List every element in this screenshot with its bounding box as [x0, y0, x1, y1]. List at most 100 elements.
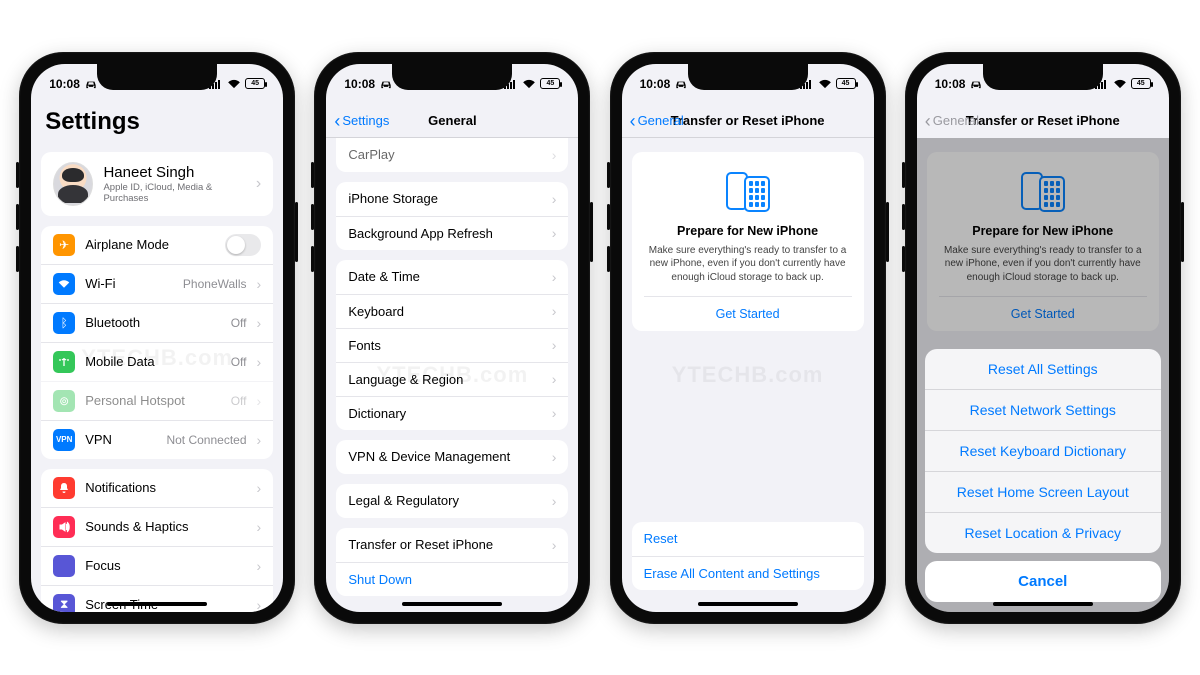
row-label: Keyboard — [348, 304, 541, 319]
row-label: Dictionary — [348, 406, 541, 421]
chevron-right-icon: › — [257, 315, 262, 331]
nav-header: ‹General Transfer or Reset iPhone — [917, 104, 1169, 138]
status-time: 10:08 — [49, 77, 80, 91]
chevron-left-icon: ‹ — [334, 112, 340, 130]
group-reset: Transfer or Reset iPhone› Shut Down — [336, 528, 568, 596]
erase-all-row[interactable]: Erase All Content and Settings — [632, 556, 864, 590]
avatar — [53, 162, 93, 206]
chevron-left-icon: ‹ — [630, 112, 636, 130]
airplane-toggle[interactable] — [225, 234, 261, 256]
sounds-row[interactable]: Sounds & Haptics › — [41, 507, 273, 546]
row-detail: PhoneWalls — [183, 277, 247, 291]
connectivity-group: ✈ Airplane Mode Wi-Fi PhoneWalls › ᛒ Blu… — [41, 226, 273, 459]
hotspot-row[interactable]: ⊚ Personal Hotspot Off › — [41, 381, 273, 420]
language-region-row[interactable]: Language & Region› — [336, 362, 568, 396]
watermark: YTECHB.com — [622, 362, 874, 388]
car-icon — [379, 78, 393, 90]
bell-icon — [53, 477, 75, 499]
notifications-row[interactable]: Notifications › — [41, 469, 273, 507]
row-label: Reset — [644, 531, 852, 546]
date-time-row[interactable]: Date & Time› — [336, 260, 568, 294]
keyboard-row[interactable]: Keyboard › — [336, 294, 568, 328]
row-label: Focus — [85, 558, 246, 573]
car-icon — [674, 78, 688, 90]
get-started-button[interactable]: Get Started — [644, 296, 852, 331]
screen-2: 10:08 45 ‹Settings General CarPlay› iPho… — [326, 64, 578, 612]
cancel-button[interactable]: Cancel — [925, 561, 1161, 602]
wifi-row[interactable]: Wi-Fi PhoneWalls › — [41, 264, 273, 303]
status-time: 10:08 — [935, 77, 966, 91]
car-icon — [969, 78, 983, 90]
speaker-icon — [53, 516, 75, 538]
back-button[interactable]: ‹General — [630, 104, 684, 138]
vpn-management-row[interactable]: VPN & Device Management› — [336, 440, 568, 474]
transfer-reset-row[interactable]: Transfer or Reset iPhone› — [336, 528, 568, 562]
reset-scroll-dimmed: Prepare for New iPhone Make sure everyth… — [917, 138, 1169, 612]
reset-home-layout-option[interactable]: Reset Home Screen Layout — [925, 471, 1161, 512]
wifi-status-icon — [818, 79, 832, 89]
reset-network-option[interactable]: Reset Network Settings — [925, 389, 1161, 430]
row-label: Personal Hotspot — [85, 393, 221, 408]
chevron-right-icon: › — [552, 493, 557, 509]
row-label: iPhone Storage — [348, 191, 541, 206]
back-button[interactable]: ‹Settings — [334, 104, 389, 138]
row-label: Wi-Fi — [85, 276, 173, 291]
device-frame-4: 10:08 45 ‹General Transfer or Reset iPho… — [905, 52, 1181, 624]
row-label: Sounds & Haptics — [85, 519, 246, 534]
battery-icon: 45 — [836, 78, 856, 89]
screentime-row[interactable]: ⧗ Screen Time › — [41, 585, 273, 612]
wifi-status-icon — [227, 79, 241, 89]
reset-actions-group: Reset Erase All Content and Settings — [632, 522, 864, 590]
chevron-right-icon: › — [552, 449, 557, 465]
chevron-right-icon: › — [552, 225, 557, 241]
chevron-right-icon: › — [257, 597, 262, 612]
group-storage: iPhone Storage› Background App Refresh› — [336, 182, 568, 250]
vpn-row[interactable]: VPN VPN Not Connected › — [41, 420, 273, 459]
row-label: Transfer or Reset iPhone — [348, 537, 541, 552]
chevron-right-icon: › — [552, 405, 557, 421]
chevron-right-icon: › — [552, 147, 557, 163]
reset-keyboard-option[interactable]: Reset Keyboard Dictionary — [925, 430, 1161, 471]
row-detail: Off — [231, 355, 247, 369]
bluetooth-row[interactable]: ᛒ Bluetooth Off › — [41, 303, 273, 342]
notch — [97, 64, 217, 90]
home-indicator[interactable] — [402, 602, 502, 606]
back-button: ‹General — [925, 104, 979, 138]
airplane-mode-row[interactable]: ✈ Airplane Mode — [41, 226, 273, 264]
page-title: Settings — [31, 104, 283, 146]
fonts-row[interactable]: Fonts› — [336, 328, 568, 362]
background-refresh-row[interactable]: Background App Refresh› — [336, 216, 568, 250]
focus-row[interactable]: Focus › — [41, 546, 273, 585]
group-locale: Date & Time› Keyboard › Fonts› Language &… — [336, 260, 568, 430]
shut-down-row[interactable]: Shut Down — [336, 562, 568, 596]
nav-header: ‹Settings General — [326, 104, 578, 138]
mobile-data-row[interactable]: Mobile Data Off › — [41, 342, 273, 381]
reset-scroll[interactable]: Prepare for New iPhone Make sure everyth… — [622, 138, 874, 612]
car-icon — [84, 78, 98, 90]
settings-scroll[interactable]: Settings Haneet Singh Apple ID, iCloud, … — [31, 104, 283, 612]
row-label: Notifications — [85, 480, 246, 495]
reset-row[interactable]: Reset — [632, 522, 864, 556]
apple-id-row[interactable]: Haneet Singh Apple ID, iCloud, Media & P… — [41, 152, 273, 216]
chevron-right-icon: › — [552, 303, 557, 319]
legal-row[interactable]: Legal & Regulatory› — [336, 484, 568, 518]
wifi-icon — [53, 273, 75, 295]
chevron-right-icon: › — [257, 480, 262, 496]
dictionary-row[interactable]: Dictionary › — [336, 396, 568, 430]
general-scroll[interactable]: CarPlay› iPhone Storage› Background App … — [326, 138, 578, 612]
chevron-left-icon: ‹ — [925, 112, 931, 130]
carplay-row[interactable]: CarPlay › — [336, 138, 568, 172]
reset-all-settings-option[interactable]: Reset All Settings — [925, 349, 1161, 389]
reset-location-option[interactable]: Reset Location & Privacy — [925, 512, 1161, 553]
nav-title: Transfer or Reset iPhone — [966, 113, 1120, 128]
vpn-icon: VPN — [53, 429, 75, 451]
home-indicator[interactable] — [107, 602, 207, 606]
home-indicator[interactable] — [698, 602, 798, 606]
home-indicator[interactable] — [993, 602, 1093, 606]
hotspot-icon: ⊚ — [53, 390, 75, 412]
device-frame-2: 10:08 45 ‹Settings General CarPlay› iPho… — [314, 52, 590, 624]
row-label: CarPlay — [348, 147, 541, 162]
hourglass-icon: ⧗ — [53, 594, 75, 612]
iphone-storage-row[interactable]: iPhone Storage› — [336, 182, 568, 216]
profile-sub: Apple ID, iCloud, Media & Purchases — [103, 182, 245, 204]
